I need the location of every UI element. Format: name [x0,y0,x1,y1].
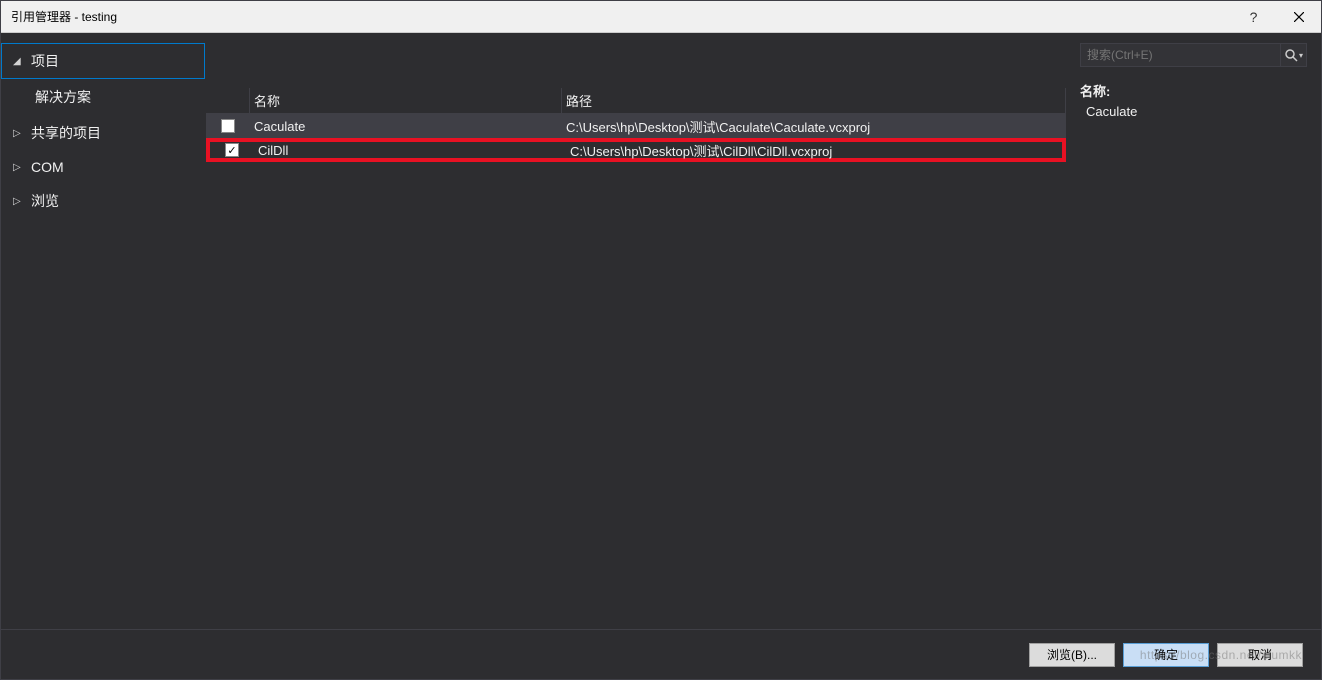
search-icon [1284,48,1298,62]
sidebar: ◢ 项目 解决方案 ▷ 共享的项目 ▷ COM ▷ 浏览 [1,33,206,629]
content-area: ◢ 项目 解决方案 ▷ 共享的项目 ▷ COM ▷ 浏览 [1,33,1321,629]
row-name-cell: Caculate [250,119,562,134]
search-button[interactable]: ▾ [1280,44,1306,66]
detail-name-value: Caculate [1080,104,1307,119]
row-path-cell: C:\Users\hp\Desktop\测试\Caculate\Caculate… [562,117,1066,136]
table-row[interactable]: ✓ CilDll C:\Users\hp\Desktop\测试\CilDll\C… [206,138,1066,162]
footer: 浏览(B)... 确定 取消 [1,629,1321,679]
window-title: 引用管理器 - testing [11,8,1231,25]
chevron-right-icon: ▷ [13,128,25,139]
row-name-cell: CilDll [254,143,566,158]
chevron-down-icon: ◢ [13,56,25,67]
reference-manager-window: 引用管理器 - testing ? ◢ 项目 解决方案 ▷ 共享的项目 ▷ CO… [0,0,1322,680]
sidebar-item-browse[interactable]: ▷ 浏览 [1,183,205,219]
sidebar-item-label: 共享的项目 [31,123,101,143]
titlebar: 引用管理器 - testing ? [1,1,1321,33]
column-header-name[interactable]: 名称 [250,88,562,113]
browse-button[interactable]: 浏览(B)... [1029,643,1115,667]
close-icon [1294,12,1304,22]
sidebar-item-label: 浏览 [31,191,59,211]
detail-name-label: 名称: [1080,81,1307,100]
cancel-button[interactable]: 取消 [1217,643,1303,667]
checkbox[interactable]: ✓ [225,143,239,157]
close-button[interactable] [1276,1,1321,33]
detail-panel: ▾ 名称: Caculate [1066,33,1321,629]
table-row[interactable]: Caculate C:\Users\hp\Desktop\测试\Caculate… [206,114,1066,138]
row-checkbox-cell [206,119,250,133]
sidebar-item-solution[interactable]: 解决方案 [1,79,205,115]
column-header-path[interactable]: 路径 [562,88,1066,113]
checkbox[interactable] [221,119,235,133]
search-input[interactable] [1081,48,1280,62]
row-path-cell: C:\Users\hp\Desktop\测试\CilDll\CilDll.vcx… [566,141,1062,160]
ok-button[interactable]: 确定 [1123,643,1209,667]
sidebar-item-com[interactable]: ▷ COM [1,151,205,183]
list-header: 名称 路径 [206,88,1066,114]
column-header-checkbox[interactable] [206,88,250,113]
chevron-right-icon: ▷ [13,196,25,207]
dropdown-icon: ▾ [1299,51,1303,60]
main-area: 名称 路径 Caculate C:\Users\hp\Desktop\测试\Ca… [206,33,1321,629]
sidebar-item-projects[interactable]: ◢ 项目 [1,43,205,79]
sidebar-item-label: 解决方案 [35,89,91,105]
sidebar-item-label: 项目 [31,51,59,71]
row-checkbox-cell: ✓ [210,143,254,157]
reference-list: 名称 路径 Caculate C:\Users\hp\Desktop\测试\Ca… [206,33,1066,629]
list-body: Caculate C:\Users\hp\Desktop\测试\Caculate… [206,114,1066,629]
sidebar-item-label: COM [31,159,64,175]
search-box: ▾ [1080,43,1307,67]
help-button[interactable]: ? [1231,1,1276,33]
sidebar-item-shared-projects[interactable]: ▷ 共享的项目 [1,115,205,151]
chevron-right-icon: ▷ [13,162,25,173]
